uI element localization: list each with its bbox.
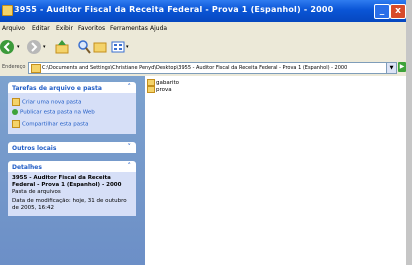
task-pane: Tarefas de arquivo e pasta ˄ Criar uma n… <box>0 76 145 265</box>
address-path: C:\Documents and Settings\Christiane Pen… <box>42 65 348 71</box>
file-tasks-header[interactable]: Tarefas de arquivo e pasta ˄ <box>8 82 136 93</box>
task-new-folder[interactable]: Criar uma nova pasta <box>12 98 81 106</box>
task-publish-web[interactable]: Publicar esta pasta na Web <box>12 109 95 116</box>
address-label: Endereço <box>2 64 26 70</box>
title-bar[interactable]: 3955 - Auditor Fiscal da Receita Federal… <box>0 0 406 22</box>
minimize-button[interactable]: _ <box>374 4 390 19</box>
menu-ferramentas[interactable]: Ferramentas <box>110 25 148 32</box>
details-panel: 3955 - Auditor Fiscal da Receita Federal… <box>8 172 136 216</box>
toolbar: ▾ ▾ ▾ <box>0 35 406 60</box>
details-header[interactable]: Detalhes ˄ <box>8 161 136 172</box>
file-list: gabarito prova <box>145 76 406 265</box>
views-icon[interactable] <box>111 39 125 55</box>
folder-icon <box>147 86 155 93</box>
other-places-title: Outros locais <box>12 145 57 152</box>
expand-icon[interactable]: ˅ <box>128 143 132 151</box>
menu-bar: Arquivo Editar Exibir Favoritos Ferramen… <box>0 22 406 36</box>
up-folder-icon[interactable] <box>55 39 69 55</box>
task-share-folder[interactable]: Compartilhar esta pasta <box>12 120 89 128</box>
window-title: 3955 - Auditor Fiscal da Receita Federal… <box>14 5 334 14</box>
search-icon[interactable] <box>77 39 91 55</box>
address-field[interactable]: C:\Documents and Settings\Christiane Pen… <box>28 62 393 74</box>
new-folder-icon <box>12 98 20 106</box>
folder-icon <box>31 64 41 73</box>
menu-exibir[interactable]: Exibir <box>56 25 73 32</box>
details-title: Detalhes <box>12 164 42 171</box>
folder-icon <box>2 5 13 16</box>
other-places-header[interactable]: Outros locais ˅ <box>8 142 136 153</box>
go-button[interactable]: ▶ <box>398 62 406 72</box>
explorer-window: 3955 - Auditor Fiscal da Receita Federal… <box>0 0 407 265</box>
collapse-icon[interactable]: ˄ <box>128 162 132 170</box>
details-name-line-1: 3955 - Auditor Fiscal da Receita <box>12 175 111 181</box>
forward-icon[interactable] <box>26 39 42 55</box>
details-type: Pasta de arquivos <box>12 189 61 195</box>
views-dropdown-icon[interactable]: ▾ <box>126 44 129 50</box>
address-dropdown-icon[interactable]: ▼ <box>386 62 397 74</box>
back-icon[interactable] <box>0 39 16 55</box>
list-item[interactable]: gabarito <box>147 79 179 86</box>
menu-editar[interactable]: Editar <box>32 25 50 32</box>
collapse-icon[interactable]: ˄ <box>128 83 132 91</box>
share-folder-icon <box>12 120 20 128</box>
file-tasks-panel: Criar uma nova pasta Publicar esta pasta… <box>8 93 136 134</box>
screen-edge <box>406 0 412 265</box>
menu-ajuda[interactable]: Ajuda <box>150 25 167 32</box>
menu-arquivo[interactable]: Arquivo <box>2 25 25 32</box>
folder-icon <box>147 79 155 86</box>
folders-icon[interactable] <box>93 39 107 55</box>
web-publish-icon <box>12 109 18 115</box>
back-dropdown-icon[interactable]: ▾ <box>17 44 20 50</box>
details-modified-line-1: Data de modificação: hoje, 31 de outubro <box>12 198 127 204</box>
address-bar: Endereço C:\Documents and Settings\Chris… <box>0 59 406 77</box>
file-tasks-title: Tarefas de arquivo e pasta <box>12 85 102 92</box>
details-modified-line-2: de 2005, 16:42 <box>12 205 54 211</box>
details-name-line-2: Federal - Prova 1 (Espanhol) - 2000 <box>12 182 122 188</box>
menu-favoritos[interactable]: Favoritos <box>78 25 105 32</box>
list-item[interactable]: prova <box>147 86 172 93</box>
close-button[interactable]: x <box>390 4 406 19</box>
forward-dropdown-icon[interactable]: ▾ <box>43 44 46 50</box>
